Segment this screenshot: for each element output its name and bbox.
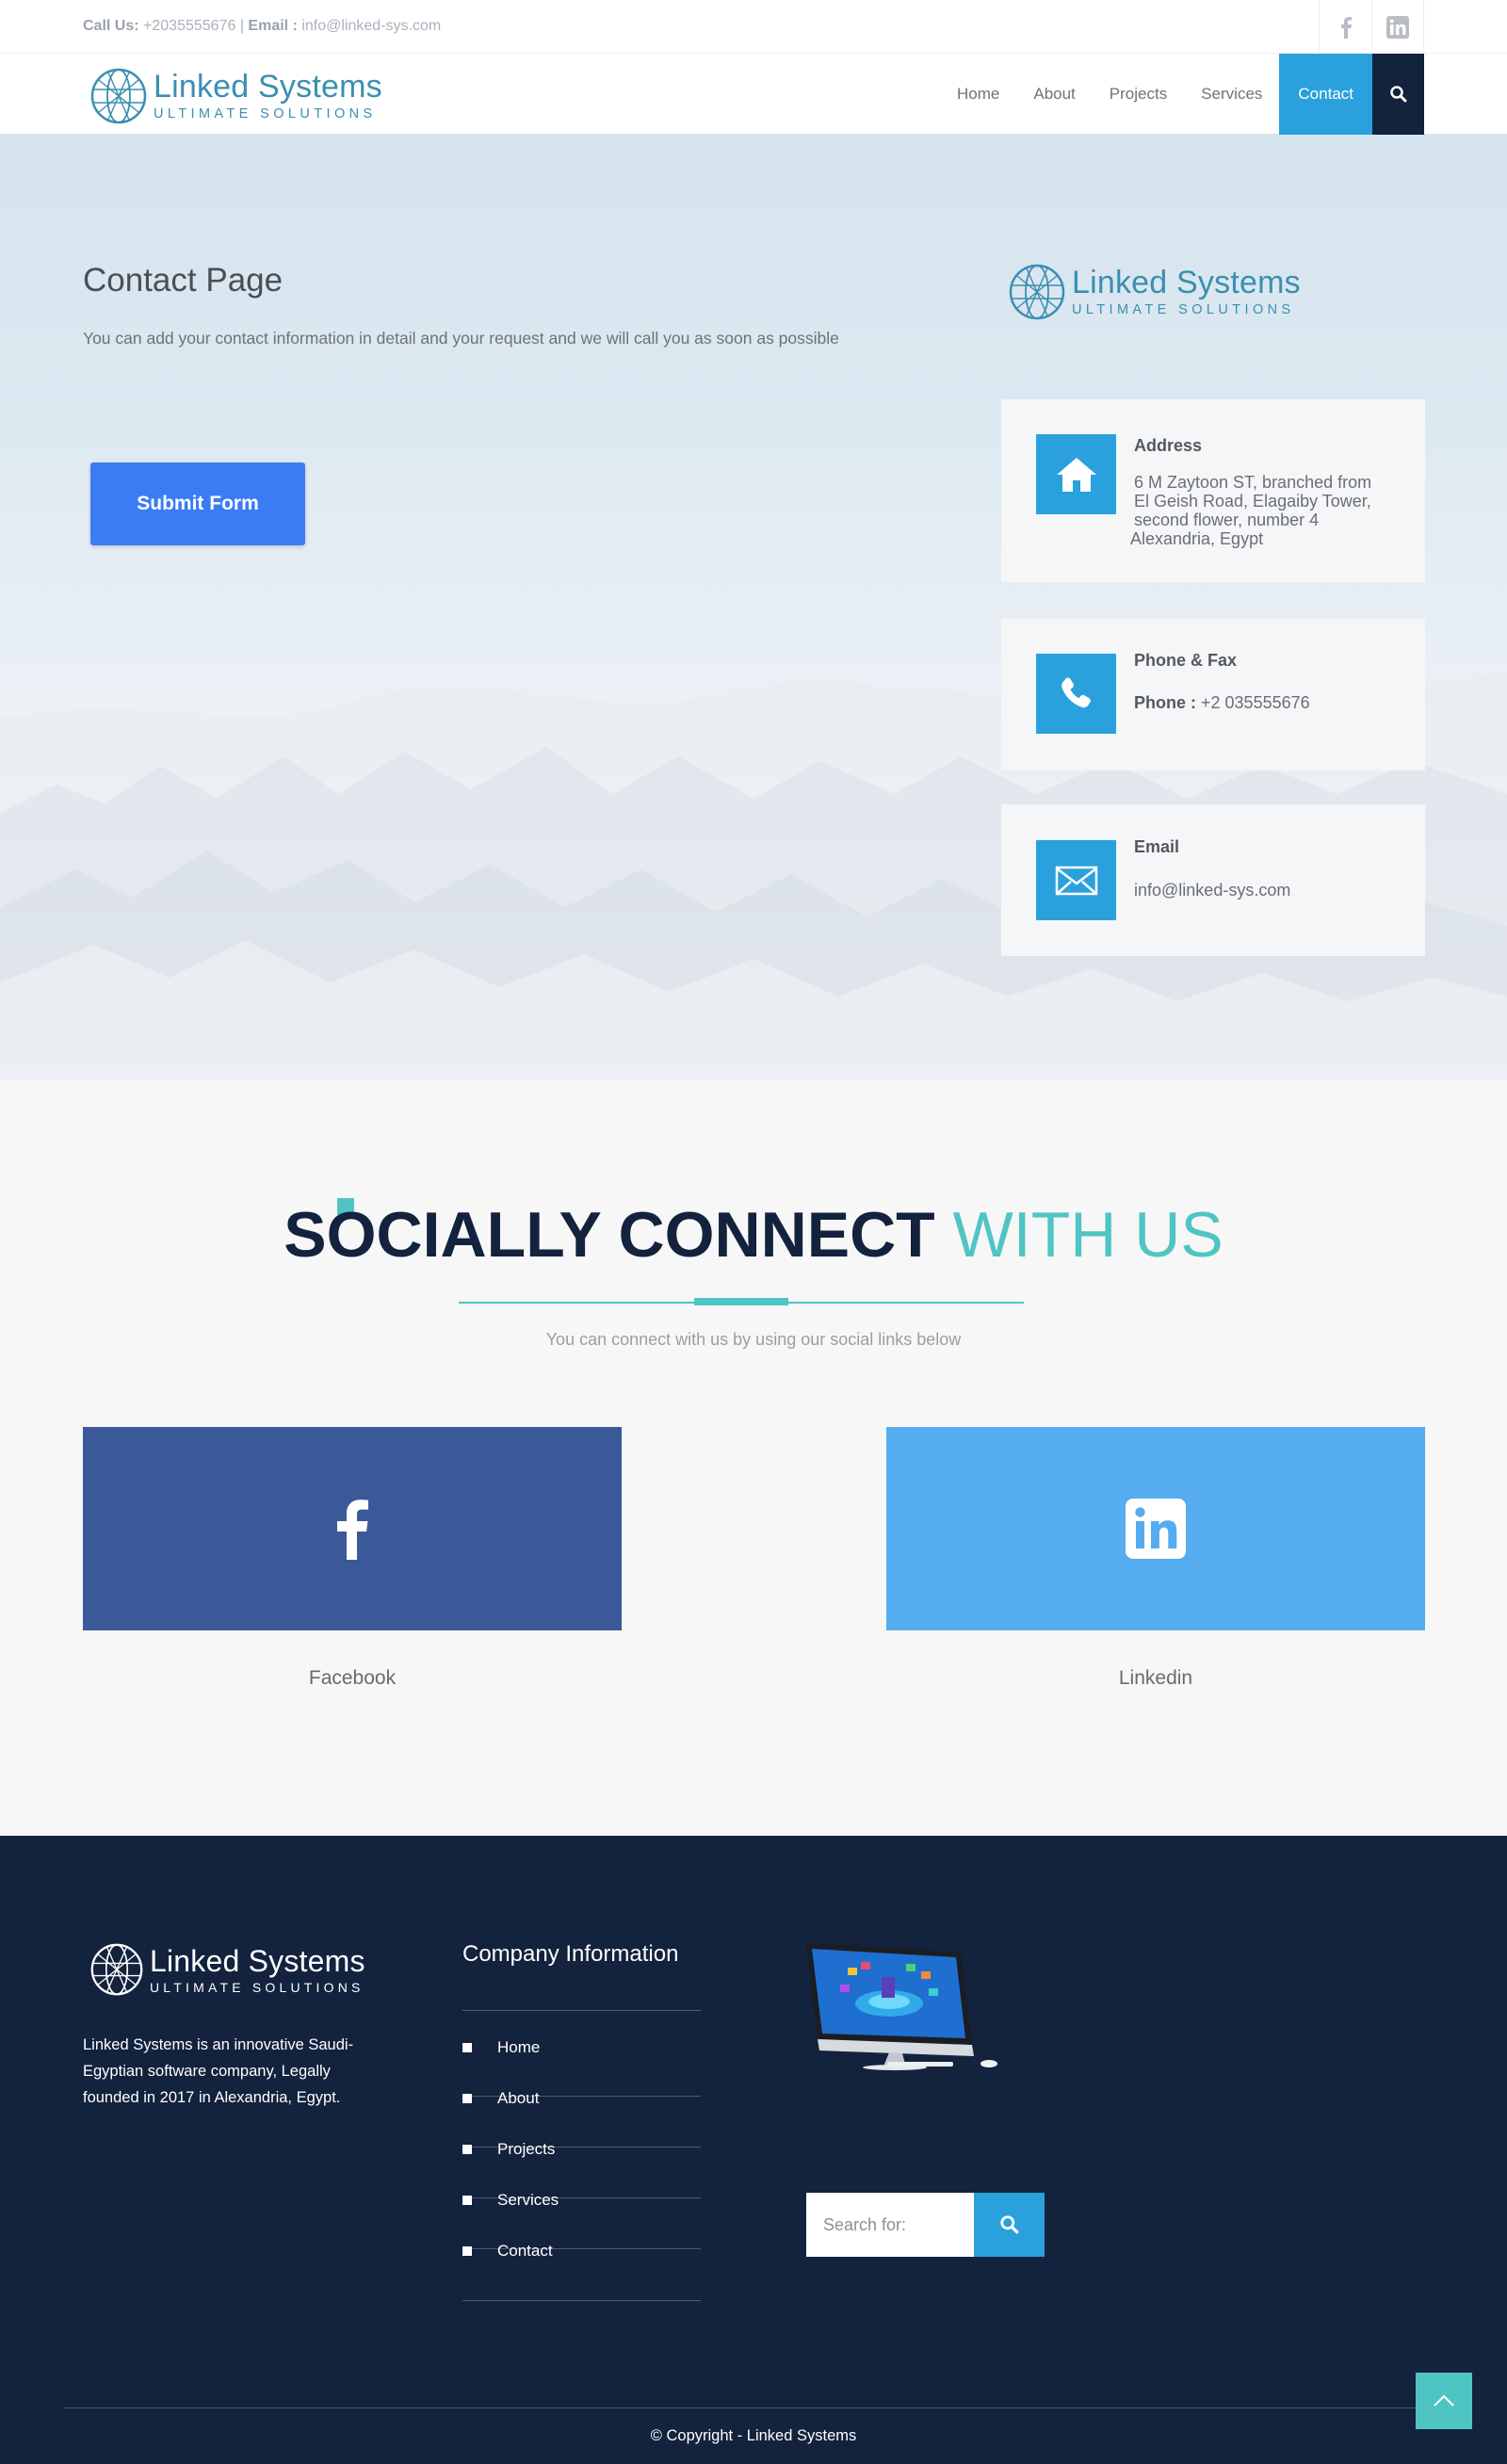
company-info-title: Company Information — [462, 1941, 679, 1967]
chevron-up-icon — [1434, 2394, 1454, 2407]
top-bar: Call Us: +2035555676 | Email : info@link… — [0, 0, 1507, 54]
footer-about-text: Linked Systems is an innovative Saudi-Eg… — [83, 2036, 354, 2106]
phone-icon-box — [1036, 654, 1116, 734]
nav-home[interactable]: Home — [940, 54, 1016, 135]
email-card-value[interactable]: info@linked-sys.com — [1134, 881, 1290, 900]
header-search-button[interactable] — [1372, 54, 1424, 135]
address-line: 6 M Zaytoon ST, branched from — [1134, 473, 1372, 492]
page-description: You can add your contact information in … — [83, 329, 839, 348]
linkedin-label[interactable]: Linkedin — [886, 1667, 1425, 1690]
facebook-icon — [337, 1499, 368, 1560]
phone-label: Phone : — [1134, 693, 1196, 712]
footer-search-input[interactable]: Search for: — [806, 2193, 974, 2257]
footer-logo[interactable]: Linked Systems ULTIMATE SOLUTIONS — [89, 1942, 365, 1997]
phone-icon — [1061, 676, 1091, 707]
computer-illustration — [806, 1943, 997, 2070]
call-label: Call Us: — [83, 18, 139, 34]
email-icon-box — [1036, 840, 1116, 920]
social-heading-bold: SOCIALLY CONNECT — [284, 1199, 935, 1271]
globe-logo-icon — [90, 1943, 143, 1996]
phone-card: Phone & Fax Phone : +2 035555676 — [1001, 619, 1425, 770]
facebook-icon — [1340, 16, 1352, 39]
phone-title: Phone & Fax — [1134, 651, 1238, 670]
divider — [462, 2300, 701, 2301]
contact-hero: Contact Page You can add your contact in… — [0, 135, 1507, 1079]
envelope-icon — [1055, 866, 1097, 895]
footer-link-label: Home — [497, 2038, 541, 2056]
bullet — [462, 2246, 472, 2256]
bullet — [462, 2145, 472, 2154]
nav-services[interactable]: Services — [1184, 54, 1279, 135]
email-card: Email info@linked-sys.com — [1001, 804, 1425, 956]
social-heading-light: WITH US — [952, 1199, 1223, 1271]
footer-link-label: Services — [497, 2191, 559, 2209]
nav-projects[interactable]: Projects — [1093, 54, 1184, 135]
address-text: 6 M Zaytoon ST, branched from El Geish R… — [1130, 473, 1372, 548]
address-icon-box — [1036, 434, 1116, 514]
logo-tagline: ULTIMATE SOLUTIONS — [1072, 302, 1295, 318]
globe-logo-icon — [90, 68, 147, 124]
footer-search-button[interactable] — [974, 2193, 1045, 2257]
separator: | — [239, 18, 244, 34]
footer-divider — [64, 2407, 1443, 2408]
address-line: second flower, number 4 — [1134, 511, 1320, 529]
submit-form-button[interactable]: Submit Form — [90, 462, 305, 545]
email-label: Email : — [248, 18, 298, 34]
address-title: Address — [1134, 436, 1203, 455]
facebook-tile[interactable] — [83, 1427, 622, 1630]
address-line: El Geish Road, Elagaiby Tower, — [1134, 492, 1371, 511]
linkedin-icon — [1386, 15, 1409, 39]
home-icon — [1056, 457, 1096, 492]
heading-underline-accent — [694, 1298, 788, 1305]
social-heading: SOCIALLY CONNECT WITH US — [0, 1198, 1507, 1272]
logo-tagline: ULTIMATE SOLUTIONS — [150, 1979, 365, 1995]
linkedin-tile[interactable] — [886, 1427, 1425, 1630]
header-logo[interactable]: Linked Systems ULTIMATE SOLUTIONS — [89, 67, 382, 125]
topbar-facebook-link[interactable] — [1319, 0, 1371, 54]
logo-tagline: ULTIMATE SOLUTIONS — [154, 106, 377, 122]
footer-link-services[interactable]: Services — [462, 2175, 701, 2226]
facebook-label[interactable]: Facebook — [83, 1667, 622, 1690]
contact-line: Call Us: +2035555676 | Email : info@link… — [83, 18, 441, 35]
social-subtitle: You can connect with us by using our soc… — [545, 1330, 962, 1349]
footer-link-about[interactable]: About — [462, 2073, 701, 2124]
main-nav: Home About Projects Services Contact — [940, 54, 1372, 135]
page-title: Contact Page — [83, 262, 284, 299]
divider — [462, 2010, 701, 2011]
bullet — [462, 2094, 472, 2103]
globe-logo-icon — [1009, 264, 1065, 320]
back-to-top-button[interactable] — [1416, 2373, 1472, 2429]
call-value[interactable]: +2035555676 — [143, 18, 235, 34]
footer-link-contact[interactable]: Contact — [462, 2226, 701, 2277]
logo-name: Linked Systems — [150, 1943, 365, 1978]
email-value[interactable]: info@linked-sys.com — [301, 18, 441, 34]
nav-contact[interactable]: Contact — [1279, 54, 1372, 135]
linkedin-icon — [1126, 1499, 1186, 1559]
nav-about[interactable]: About — [1016, 54, 1092, 135]
hero-logo: Linked Systems ULTIMATE SOLUTIONS — [1008, 263, 1301, 321]
phone-line: Phone : +2 035555676 — [1134, 693, 1310, 712]
footer-link-home[interactable]: Home — [462, 2022, 701, 2073]
phone-value[interactable]: +2 035555676 — [1201, 693, 1310, 712]
address-card: Address 6 M Zaytoon ST, branched from El… — [1001, 399, 1425, 582]
bullet — [462, 2196, 472, 2205]
footer-link-label: Projects — [497, 2140, 556, 2158]
footer-link-projects[interactable]: Projects — [462, 2124, 701, 2175]
social-section: SOCIALLY CONNECT WITH US You can connect… — [0, 1079, 1507, 1836]
footer: Linked Systems ULTIMATE SOLUTIONS Linked… — [0, 1836, 1507, 2464]
topbar-linkedin-link[interactable] — [1371, 0, 1424, 54]
footer-link-label: About — [497, 2089, 540, 2107]
logo-name: Linked Systems — [154, 69, 382, 105]
bullet — [462, 2043, 472, 2052]
email-title: Email — [1134, 837, 1180, 856]
main-header: Linked Systems ULTIMATE SOLUTIONS Home A… — [0, 54, 1507, 135]
logo-name: Linked Systems — [1072, 265, 1301, 301]
footer-link-label: Contact — [497, 2242, 553, 2260]
copyright: © Copyright - Linked Systems — [650, 2427, 857, 2444]
search-icon — [999, 2215, 1018, 2234]
address-line: Alexandria, Egypt — [1130, 529, 1264, 548]
search-icon — [1389, 86, 1406, 103]
